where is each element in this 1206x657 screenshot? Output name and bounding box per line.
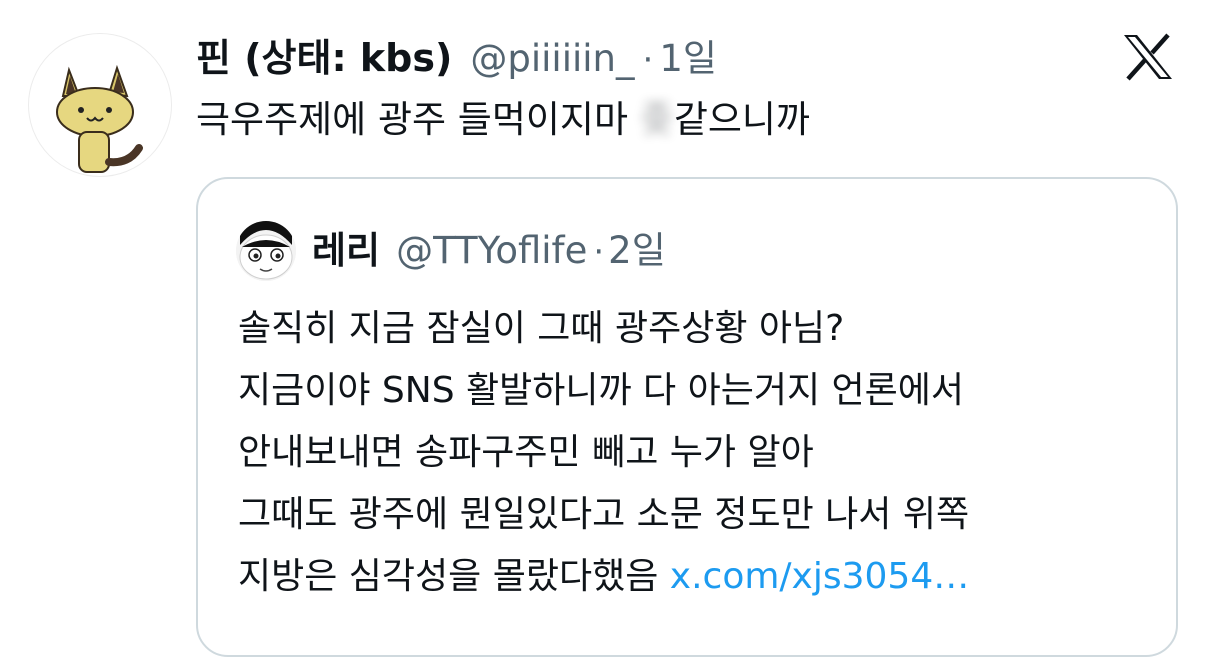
x-logo-icon[interactable]: [1122, 33, 1174, 81]
tweet-text-end: 같으니까: [673, 98, 810, 141]
quote-handle[interactable]: @TTYoflife: [396, 223, 587, 279]
tweet-text-blurred: 좆: [639, 98, 674, 141]
quote-display-name[interactable]: 레리: [312, 223, 380, 279]
quote-avatar[interactable]: [236, 221, 296, 281]
quote-link[interactable]: x.com/xjs3054…: [670, 556, 969, 597]
tweet-timestamp[interactable]: 1일: [659, 33, 717, 85]
quote-line-last: 지방은 심각성을 몰랐다했음 x.com/xjs3054…: [238, 546, 969, 608]
tweet-header: 핀 (상태: kbs) @piiiiiin_ · 1일: [196, 32, 717, 86]
quote-line: 그때도 광주에 뭔일있다고 소문 정도만 나서 위쪽: [238, 494, 970, 535]
quote-header: 레리 @TTYoflife · 2일: [312, 223, 666, 280]
user-avatar[interactable]: [28, 33, 172, 177]
quote-text: 솔직히 지금 잠실이 그때 광주상황 아님? 지금이야 SNS 활발하니까 다 …: [238, 298, 969, 608]
quote-separator-dot: ·: [593, 232, 605, 272]
tweet-text: 극우주제에 광주 들먹이지마 좆같으니까: [196, 93, 810, 147]
separator-dot: ·: [642, 40, 654, 80]
user-handle[interactable]: @piiiiiin_: [470, 33, 634, 85]
quote-line: 솔직히 지금 잠실이 그때 광주상황 아님?: [238, 308, 845, 349]
face-avatar-image: [236, 221, 296, 281]
quote-line: 안내보내면 송파구주민 빼고 누가 알아: [238, 432, 814, 473]
quote-timestamp[interactable]: 2일: [608, 223, 666, 279]
quote-last-line-text: 지방은 심각성을 몰랐다했음: [238, 556, 670, 597]
cat-avatar-image: [56, 64, 143, 173]
display-name[interactable]: 핀 (상태: kbs): [196, 32, 452, 84]
tweet-text-start: 극우주제에 광주 들먹이지마: [196, 98, 640, 141]
quote-line: 지금이야 SNS 활발하니까 다 아는거지 언론에서: [238, 370, 965, 411]
quoted-tweet-card[interactable]: 레리 @TTYoflife · 2일 솔직히 지금 잠실이 그때 광주상황 아님…: [196, 177, 1178, 657]
